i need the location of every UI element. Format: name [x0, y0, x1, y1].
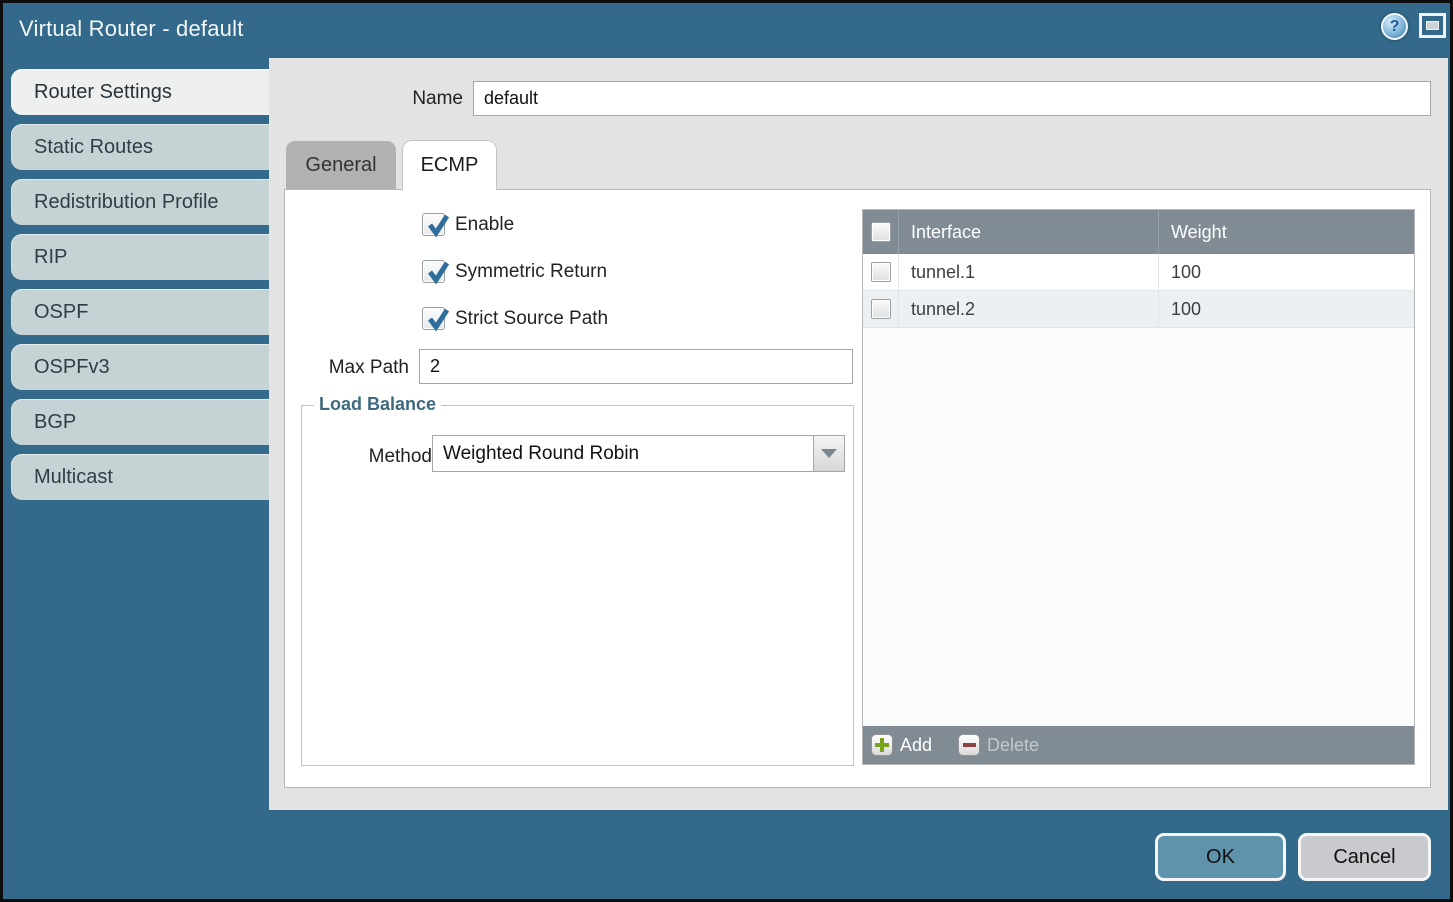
tab-general[interactable]: General	[286, 141, 396, 190]
ok-button[interactable]: OK	[1155, 833, 1286, 881]
enable-checkbox-label: Enable	[455, 214, 514, 236]
name-input[interactable]	[473, 81, 1431, 116]
sidebar-item-bgp[interactable]: BGP	[11, 399, 269, 445]
sidebar: Router Settings Static Routes Redistribu…	[11, 69, 269, 509]
cell-interface: tunnel.2	[899, 299, 1158, 320]
restore-window-icon[interactable]	[1419, 13, 1446, 38]
add-button[interactable]: Add	[871, 734, 932, 756]
restore-window-icon-glyph	[1426, 21, 1439, 30]
sidebar-item-static-routes[interactable]: Static Routes	[11, 124, 269, 170]
table-empty-area	[863, 328, 1414, 726]
method-dropdown[interactable]: Weighted Round Robin	[432, 435, 845, 472]
sidebar-item-rip[interactable]: RIP	[11, 234, 269, 280]
cell-interface: tunnel.1	[899, 262, 1158, 283]
sidebar-item-redistribution-profile[interactable]: Redistribution Profile	[11, 179, 269, 225]
sidebar-item-ospfv3[interactable]: OSPFv3	[11, 344, 269, 390]
check-icon	[424, 211, 452, 239]
tab-ecmp[interactable]: ECMP	[403, 141, 496, 190]
name-label: Name	[333, 88, 463, 110]
max-path-input[interactable]	[419, 349, 853, 384]
select-all-checkbox[interactable]	[871, 222, 891, 242]
cell-weight: 100	[1158, 254, 1414, 290]
sidebar-item-ospf[interactable]: OSPF	[11, 289, 269, 335]
help-icon[interactable]: ?	[1381, 13, 1408, 40]
row-checkbox[interactable]	[871, 262, 891, 282]
load-balance-group: Load Balance Method Weighted Round Robin	[301, 405, 854, 766]
symmetric-return-checkbox-label: Symmetric Return	[455, 261, 607, 283]
virtual-router-dialog: Virtual Router - default ? Router Settin…	[0, 0, 1453, 902]
ecmp-checkbox-2[interactable]	[422, 307, 445, 330]
table-toolbar: Add Delete	[863, 726, 1414, 764]
ecmp-checkbox-0[interactable]	[422, 213, 445, 236]
table-row[interactable]: tunnel.1 100	[863, 254, 1414, 291]
minus-icon	[958, 734, 980, 756]
title-bar: Virtual Router - default ?	[3, 3, 1450, 57]
method-value: Weighted Round Robin	[433, 443, 813, 465]
cancel-button[interactable]: Cancel	[1298, 833, 1431, 881]
cell-weight: 100	[1158, 291, 1414, 327]
sidebar-item-multicast[interactable]: Multicast	[11, 454, 269, 500]
plus-icon	[871, 734, 893, 756]
page-title: Virtual Router - default	[19, 16, 244, 42]
load-balance-legend: Load Balance	[314, 394, 441, 415]
chevron-down-icon	[821, 449, 837, 458]
column-header-weight: Weight	[1158, 210, 1414, 254]
table-header: Interface Weight	[863, 210, 1414, 254]
column-header-interface: Interface	[899, 222, 1158, 243]
strict-source-path-checkbox-label: Strict Source Path	[455, 308, 608, 330]
dropdown-arrow-button[interactable]	[813, 436, 844, 471]
interface-table: Interface Weight tunnel.1 100 tunnel.2 1…	[862, 209, 1415, 765]
check-icon	[424, 258, 452, 286]
max-path-label: Max Path	[285, 357, 409, 379]
check-icon	[424, 305, 452, 333]
ecmp-checkbox-1[interactable]	[422, 260, 445, 283]
sidebar-item-router-settings[interactable]: Router Settings	[11, 69, 269, 115]
ecmp-tab-panel: Enable Symmetric Return Strict Source Pa…	[284, 189, 1431, 788]
row-checkbox[interactable]	[871, 299, 891, 319]
method-label: Method	[322, 446, 432, 468]
delete-button[interactable]: Delete	[958, 734, 1039, 756]
table-row[interactable]: tunnel.2 100	[863, 291, 1414, 328]
